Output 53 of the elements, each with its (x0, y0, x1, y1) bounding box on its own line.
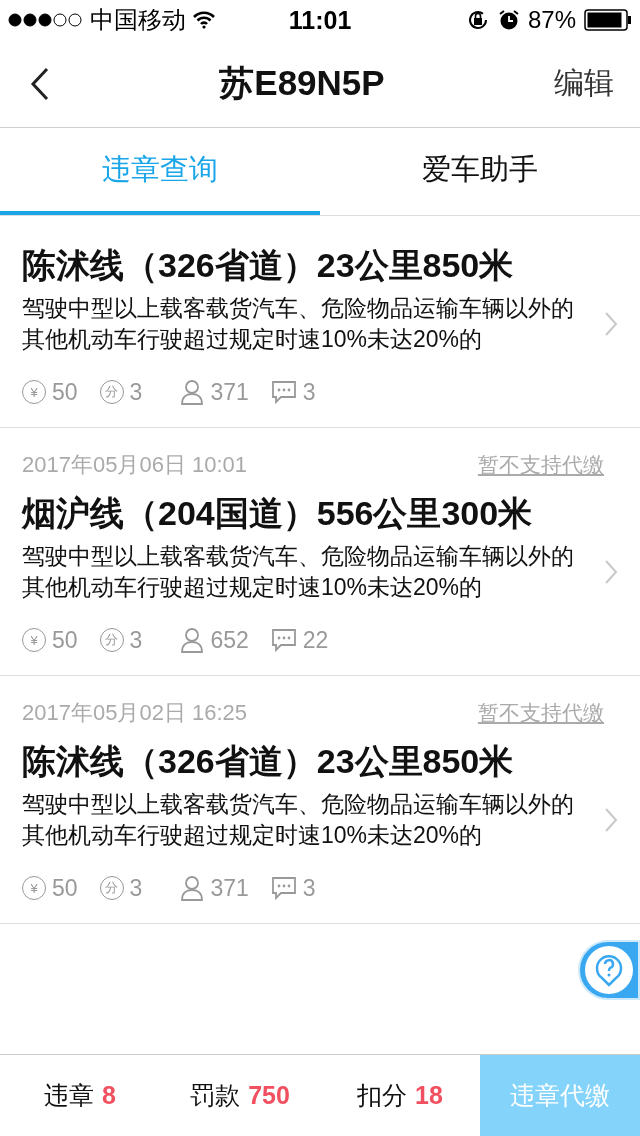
carrier-name: 中国移动 (90, 5, 186, 35)
fine-amount: 50 (52, 626, 78, 654)
violation-card[interactable]: 陈沭线（326省道）23公里850米 驾驶中型以上载客载货汽车、危险物品运输车辆以外的其他机动车行驶超过规定时速10%未达20%的 ¥ 50 分 3 371 3 (0, 216, 640, 428)
points-count: 3 (129, 626, 143, 654)
view-count: 371 (210, 874, 249, 902)
summary-value: 8 (102, 1081, 116, 1110)
summary-label: 罚款 (190, 1080, 241, 1111)
comment-icon (270, 628, 297, 652)
violation-description: 驾驶中型以上载客载货汽车、危险物品运输车辆以外的其他机动车行驶超过规定时速10%未达20%的 (22, 294, 575, 354)
chevron-right-icon (604, 559, 618, 585)
alarm-icon (497, 9, 520, 31)
back-icon[interactable] (30, 66, 50, 101)
tab[interactable]: 爱车助手 (320, 128, 640, 215)
view-count: 371 (210, 378, 249, 406)
violation-date: 2017年05月02日 16:25 (22, 699, 248, 727)
comment-icon (270, 876, 297, 900)
violation-description: 驾驶中型以上载客载货汽车、危险物品运输车辆以外的其他机动车行驶超过规定时速10%未达20%的 (22, 790, 575, 850)
fine-amount: 50 (52, 378, 78, 406)
violation-location: 烟沪线（204国道）556公里300米 (22, 493, 534, 534)
help-pin-icon (584, 945, 634, 995)
violation-location: 陈沭线（326省道）23公里850米 (22, 741, 515, 782)
chevron-right-icon (604, 311, 618, 337)
comment-count: 22 (302, 626, 329, 654)
violation-card[interactable]: 2017年05月06日 10:01 暂不支持代缴 烟沪线（204国道）556公里300米 驾驶中型以上载客载货汽车、危险物品运输车辆以外的其他机动车行驶超过规定时速10%未达20%的 ¥ 50 分 3 652 22 (0, 428, 640, 676)
chevron-right-icon (604, 807, 618, 833)
battery-icon (584, 9, 632, 31)
fine-amount: 50 (52, 874, 78, 902)
comment-count: 3 (302, 874, 316, 902)
clock-time: 11:01 (288, 5, 352, 35)
violation-card[interactable]: 2017年05月02日 16:25 暂不支持代缴 陈沭线（326省道）23公里850米 驾驶中型以上载客载货汽车、危险物品运输车辆以外的其他机动车行驶超过规定时速10%未达20%的 ¥ 50 分 3 371 3 (0, 676, 640, 924)
payment-note: 暂不支持代缴 (478, 452, 604, 478)
plate-number-title: 苏E89N5P (218, 62, 386, 104)
person-icon (180, 379, 205, 405)
person-icon (180, 627, 205, 653)
signal-icon (8, 13, 84, 27)
summary-label: 违章 (44, 1080, 95, 1111)
edit-link[interactable]: 编辑 (554, 63, 614, 104)
summary-label: 扣分 (357, 1080, 408, 1111)
view-count: 652 (210, 626, 249, 654)
summary-value: 18 (415, 1081, 443, 1110)
points-count: 3 (129, 874, 143, 902)
comment-icon (270, 380, 297, 404)
person-icon (180, 875, 205, 901)
help-button[interactable] (578, 940, 640, 1000)
violation-description: 驾驶中型以上载客载货汽车、危险物品运输车辆以外的其他机动车行驶超过规定时速10%未达20%的 (22, 542, 575, 602)
violation-location: 陈沭线（326省道）23公里850米 (22, 245, 515, 286)
comment-count: 3 (302, 378, 316, 406)
battery-percent: 87% (527, 6, 576, 34)
summary-value: 750 (248, 1081, 290, 1110)
points-count: 3 (129, 378, 143, 406)
payment-note: 暂不支持代缴 (478, 700, 604, 726)
wifi-icon (192, 11, 216, 29)
violation-date: 2017年05月06日 10:01 (22, 451, 248, 479)
